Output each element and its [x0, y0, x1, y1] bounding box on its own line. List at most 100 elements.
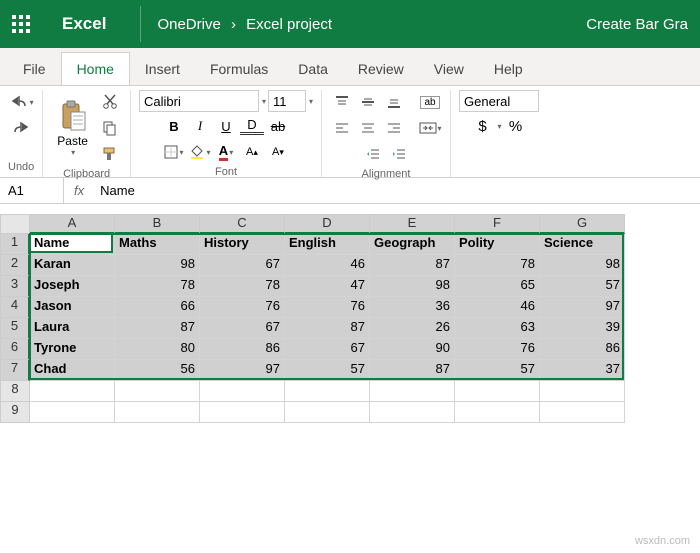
font-name-select[interactable]: [139, 90, 259, 112]
cell-B9[interactable]: [115, 402, 200, 423]
select-all-corner[interactable]: [0, 214, 30, 234]
font-color-button[interactable]: A▾: [214, 140, 238, 164]
cell-G7[interactable]: 37: [540, 360, 625, 381]
tab-review[interactable]: Review: [343, 53, 419, 85]
row-header-9[interactable]: 9: [0, 402, 30, 423]
italic-button[interactable]: I: [188, 114, 212, 138]
align-top-button[interactable]: [330, 90, 354, 114]
cell-B1[interactable]: Maths: [115, 234, 200, 255]
borders-button[interactable]: ▾: [162, 140, 186, 164]
tab-data[interactable]: Data: [283, 53, 343, 85]
undo-button[interactable]: ▾: [9, 90, 34, 114]
cell-G9[interactable]: [540, 402, 625, 423]
align-right-button[interactable]: [382, 116, 406, 140]
cell-E5[interactable]: 26: [370, 318, 455, 339]
cell-B6[interactable]: 80: [115, 339, 200, 360]
align-center-button[interactable]: [356, 116, 380, 140]
cell-E9[interactable]: [370, 402, 455, 423]
cell-A5[interactable]: Laura: [30, 318, 115, 339]
tab-view[interactable]: View: [419, 53, 479, 85]
row-header-7[interactable]: 7: [0, 360, 30, 381]
cell-C8[interactable]: [200, 381, 285, 402]
cell-D1[interactable]: English: [285, 234, 370, 255]
cell-C1[interactable]: History: [200, 234, 285, 255]
paste-button[interactable]: Paste ▾: [51, 96, 94, 161]
copy-button[interactable]: [98, 116, 122, 140]
cell-G2[interactable]: 98: [540, 255, 625, 276]
breadcrumb-folder[interactable]: OneDrive: [157, 16, 220, 33]
currency-button[interactable]: $: [471, 114, 495, 138]
strikethrough-button[interactable]: ab: [266, 114, 290, 138]
shrink-font-button[interactable]: A▾: [266, 140, 290, 164]
chevron-down-icon[interactable]: ▾: [309, 97, 313, 106]
cell-G3[interactable]: 57: [540, 276, 625, 297]
cell-A8[interactable]: [30, 381, 115, 402]
column-header-G[interactable]: G: [540, 214, 625, 234]
cell-F8[interactable]: [455, 381, 540, 402]
cell-G5[interactable]: 39: [540, 318, 625, 339]
align-middle-button[interactable]: [356, 90, 380, 114]
row-header-4[interactable]: 4: [0, 297, 30, 318]
tab-file[interactable]: File: [8, 53, 61, 85]
cell-G1[interactable]: Science: [540, 234, 625, 255]
cell-B3[interactable]: 78: [115, 276, 200, 297]
cell-E4[interactable]: 36: [370, 297, 455, 318]
cell-A7[interactable]: Chad: [30, 360, 115, 381]
cell-D3[interactable]: 47: [285, 276, 370, 297]
underline-button[interactable]: U: [214, 114, 238, 138]
fx-icon[interactable]: fx: [64, 183, 94, 198]
cell-D6[interactable]: 67: [285, 339, 370, 360]
fill-color-button[interactable]: ▾: [188, 140, 212, 164]
cell-D7[interactable]: 57: [285, 360, 370, 381]
cell-C2[interactable]: 67: [200, 255, 285, 276]
cell-F7[interactable]: 57: [455, 360, 540, 381]
column-header-E[interactable]: E: [370, 214, 455, 234]
app-launcher-icon[interactable]: [12, 15, 30, 33]
cell-F4[interactable]: 46: [455, 297, 540, 318]
column-header-D[interactable]: D: [285, 214, 370, 234]
column-header-F[interactable]: F: [455, 214, 540, 234]
column-header-A[interactable]: A: [30, 214, 115, 234]
cell-A9[interactable]: [30, 402, 115, 423]
percent-button[interactable]: %: [504, 114, 528, 138]
chevron-down-icon[interactable]: ▾: [262, 97, 266, 106]
cell-B5[interactable]: 87: [115, 318, 200, 339]
cell-F2[interactable]: 78: [455, 255, 540, 276]
cell-C3[interactable]: 78: [200, 276, 285, 297]
wrap-text-button[interactable]: ab: [418, 90, 442, 114]
cell-F3[interactable]: 65: [455, 276, 540, 297]
cell-E6[interactable]: 90: [370, 339, 455, 360]
cell-grid[interactable]: Name NameMathsHistoryEnglishGeographPoli…: [30, 234, 625, 423]
row-header-2[interactable]: 2: [0, 255, 30, 276]
format-painter-button[interactable]: [98, 142, 122, 166]
cell-A1[interactable]: Name: [30, 234, 115, 255]
increase-indent-button[interactable]: [387, 142, 411, 166]
cell-E8[interactable]: [370, 381, 455, 402]
cell-C9[interactable]: [200, 402, 285, 423]
cell-B2[interactable]: 98: [115, 255, 200, 276]
row-header-8[interactable]: 8: [0, 381, 30, 402]
cell-C5[interactable]: 67: [200, 318, 285, 339]
grow-font-button[interactable]: A▴: [240, 140, 264, 164]
cell-B4[interactable]: 66: [115, 297, 200, 318]
tab-home[interactable]: Home: [61, 52, 130, 85]
tab-formulas[interactable]: Formulas: [195, 53, 283, 85]
cell-E1[interactable]: Geograph: [370, 234, 455, 255]
cell-G4[interactable]: 97: [540, 297, 625, 318]
align-left-button[interactable]: [330, 116, 354, 140]
cell-D8[interactable]: [285, 381, 370, 402]
bold-button[interactable]: B: [162, 114, 186, 138]
cell-G6[interactable]: 86: [540, 339, 625, 360]
cell-E2[interactable]: 87: [370, 255, 455, 276]
font-size-select[interactable]: [268, 90, 306, 112]
cell-D5[interactable]: 87: [285, 318, 370, 339]
tab-help[interactable]: Help: [479, 53, 538, 85]
cell-E3[interactable]: 98: [370, 276, 455, 297]
cell-A6[interactable]: Tyrone: [30, 339, 115, 360]
breadcrumb[interactable]: OneDrive › Excel project: [157, 16, 332, 33]
row-header-1[interactable]: 1: [0, 234, 30, 255]
number-format-select[interactable]: [459, 90, 539, 112]
cell-B7[interactable]: 56: [115, 360, 200, 381]
row-header-6[interactable]: 6: [0, 339, 30, 360]
cell-C4[interactable]: 76: [200, 297, 285, 318]
